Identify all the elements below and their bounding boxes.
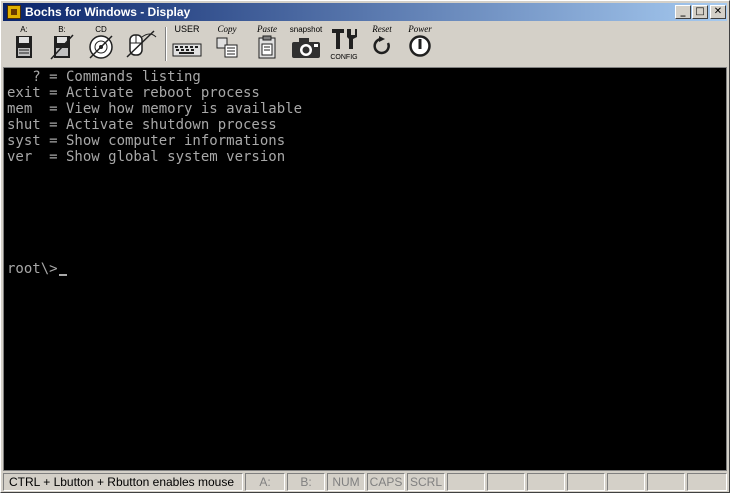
status-panel-empty bbox=[607, 473, 645, 491]
status-panel-empty bbox=[687, 473, 727, 491]
reset-icon bbox=[373, 36, 390, 55]
keyboard-icon bbox=[172, 43, 202, 57]
maximize-button[interactable]: □ bbox=[692, 5, 708, 19]
toolbar-separator bbox=[165, 27, 167, 61]
console-display[interactable]: ? = Commands listing exit = Activate reb… bbox=[3, 67, 727, 471]
cdrom-icon bbox=[89, 35, 113, 59]
status-floppy-b: B: bbox=[287, 473, 325, 491]
floppy-b-label: B: bbox=[58, 25, 66, 34]
status-scroll-lock: SCRL bbox=[407, 473, 445, 491]
floppy-drive-icon bbox=[16, 36, 32, 58]
floppy-b-button[interactable]: B: bbox=[47, 25, 77, 63]
cdrom-button[interactable]: CD bbox=[85, 25, 117, 63]
status-caps-lock: CAPS bbox=[367, 473, 405, 491]
console-line: mem = View how memory is available bbox=[7, 101, 303, 117]
power-label: Power bbox=[408, 24, 432, 34]
minimize-button[interactable]: _ bbox=[675, 5, 691, 19]
paste-label: Paste bbox=[257, 24, 277, 34]
console-prompt: root\> bbox=[7, 261, 58, 277]
close-button[interactable]: ✕ bbox=[710, 5, 726, 19]
status-panel-empty bbox=[487, 473, 525, 491]
status-panel-empty bbox=[447, 473, 485, 491]
power-button[interactable]: Power bbox=[403, 25, 437, 63]
status-panel-empty bbox=[527, 473, 565, 491]
console-line: exit = Activate reboot process bbox=[7, 85, 260, 101]
mouse-icon bbox=[126, 30, 157, 58]
floppy-a-label: A: bbox=[20, 25, 28, 34]
paste-icon bbox=[258, 35, 276, 59]
cdrom-label: CD bbox=[95, 25, 107, 34]
floppy-a-button[interactable]: A: bbox=[9, 25, 39, 63]
console-prompt-line[interactable]: root\> bbox=[7, 261, 67, 277]
config-label: CONFIG bbox=[330, 54, 358, 61]
status-panel-empty bbox=[647, 473, 685, 491]
bochs-window: Bochs for Windows - Display _ □ ✕ A: B: bbox=[0, 0, 730, 493]
camera-icon bbox=[292, 38, 320, 58]
snapshot-label: snapshot bbox=[289, 25, 323, 34]
power-icon bbox=[409, 35, 431, 57]
status-panel-empty bbox=[567, 473, 605, 491]
copy-label: Copy bbox=[217, 24, 237, 34]
status-num-lock: NUM bbox=[327, 473, 365, 491]
floppy-drive-icon bbox=[50, 34, 74, 60]
title-bar[interactable]: Bochs for Windows - Display _ □ ✕ bbox=[3, 3, 727, 21]
status-floppy-a: A: bbox=[245, 473, 285, 491]
reset-button[interactable]: Reset bbox=[365, 25, 399, 63]
copy-button[interactable]: Copy bbox=[211, 25, 243, 63]
toolbar: A: B: CD USER Copy Paste snapshot CONFIG… bbox=[3, 23, 727, 65]
wrench-icon bbox=[332, 29, 357, 49]
user-button[interactable]: USER bbox=[171, 25, 203, 63]
config-button[interactable]: CONFIG bbox=[327, 25, 361, 63]
console-line: syst = Show computer informations bbox=[7, 133, 286, 149]
reset-label: Reset bbox=[372, 24, 392, 34]
window-title: Bochs for Windows - Display bbox=[25, 5, 191, 19]
mouse-button[interactable] bbox=[123, 25, 159, 63]
console-line: ? = Commands listing bbox=[7, 69, 201, 85]
status-message: CTRL + Lbutton + Rbutton enables mouse bbox=[3, 473, 243, 491]
bochs-app-icon[interactable] bbox=[7, 5, 21, 19]
status-bar: CTRL + Lbutton + Rbutton enables mouse A… bbox=[3, 473, 727, 491]
paste-button[interactable]: Paste bbox=[251, 25, 283, 63]
console-line: shut = Activate shutdown process bbox=[7, 117, 277, 133]
user-label: USER bbox=[174, 24, 200, 34]
console-line: ver = Show global system version bbox=[7, 149, 286, 165]
snapshot-button[interactable]: snapshot bbox=[287, 25, 325, 63]
text-cursor bbox=[58, 274, 67, 276]
copy-icon bbox=[216, 37, 238, 58]
